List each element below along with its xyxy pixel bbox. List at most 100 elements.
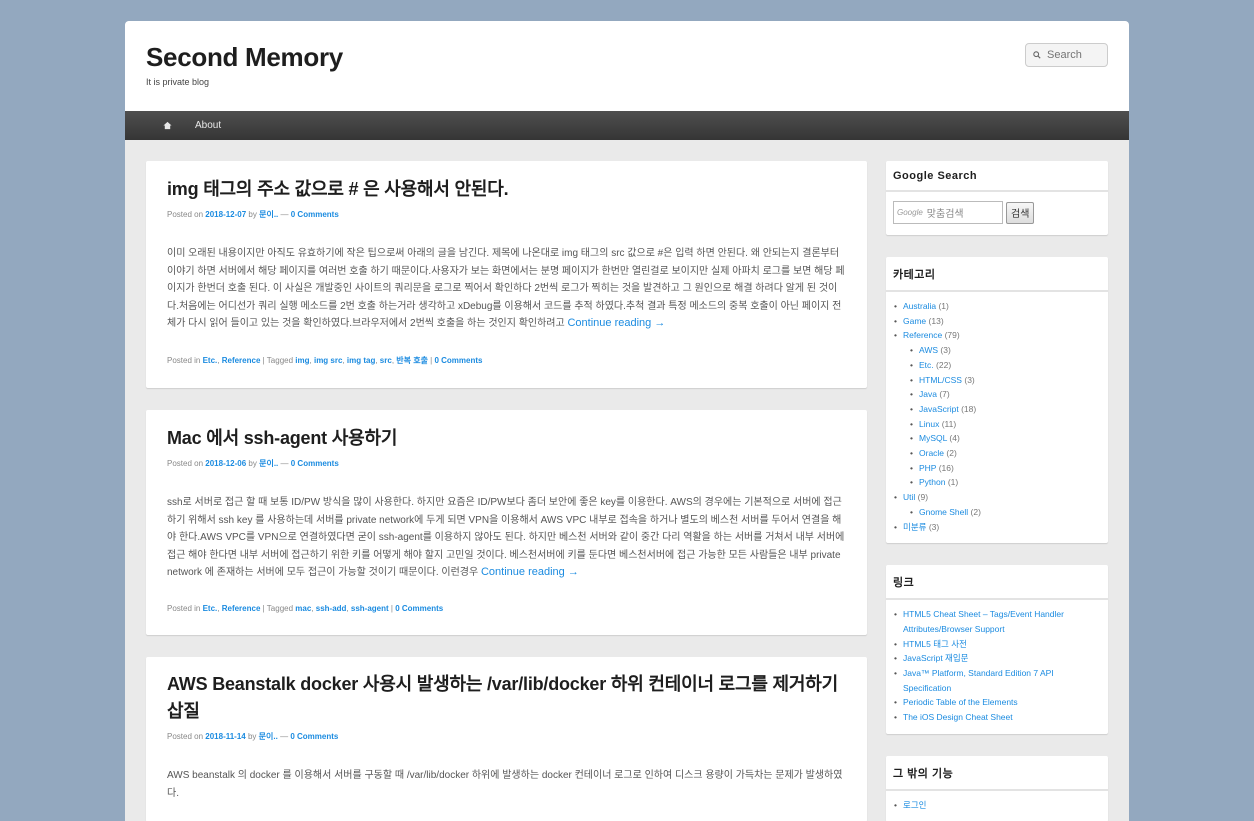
page-container: Second Memory It is private blog About i… [125, 21, 1129, 821]
comments-link[interactable]: 0 Comments [395, 604, 443, 613]
site-title[interactable]: Second Memory [146, 42, 343, 73]
continue-reading-link[interactable]: Continue reading → [481, 566, 579, 578]
category-count: (13) [928, 315, 944, 326]
category-link[interactable]: Australia [903, 301, 936, 311]
subcategory-item: Oracle (2) [910, 446, 1100, 461]
nav-about[interactable]: About [195, 120, 221, 131]
continue-reading-link[interactable]: Continue reading → [567, 317, 665, 329]
category-link[interactable]: Game [903, 316, 926, 326]
tag-link[interactable]: img [295, 356, 309, 365]
author-link[interactable]: 문이.. [259, 210, 278, 219]
subcategory-item: Linux (11) [910, 417, 1100, 432]
post-date-link[interactable]: 2018-12-07 [205, 210, 246, 219]
category-count: (16) [938, 462, 954, 473]
post-excerpt: AWS beanstalk 의 docker 를 이용해서 서버를 구동할 때 … [167, 767, 846, 821]
comments-link[interactable]: 0 Comments [434, 356, 482, 365]
subcategory-item: Etc. (22) [910, 358, 1100, 373]
search-box[interactable] [1025, 43, 1108, 67]
category-link[interactable]: AWS [919, 345, 938, 355]
tag-link[interactable]: src [380, 356, 392, 365]
category-count: (1) [938, 301, 949, 311]
category-link[interactable]: Oracle [919, 448, 944, 458]
category-item: Util (9) Gnome Shell (2) [894, 490, 1100, 519]
nav-home[interactable] [155, 121, 179, 130]
link-item: HTML5 태그 사전 [894, 637, 1100, 652]
meta-separator: — [280, 458, 289, 468]
category-link[interactable]: Python [919, 477, 945, 487]
category-link[interactable]: PHP [919, 463, 936, 473]
external-link[interactable]: HTML5 태그 사전 [903, 639, 967, 649]
tag-link[interactable]: ssh-add [316, 604, 347, 613]
post-meta: Posted on 2018-12-07 by 문이.. — 0 Comment… [167, 209, 846, 220]
category-link[interactable]: Etc. [919, 360, 934, 370]
google-search-input[interactable]: Google 맞춤검색 [893, 201, 1003, 224]
link-item: Java™ Platform, Standard Edition 7 API S… [894, 666, 1100, 695]
post-meta: Posted on 2018-11-14 by 문이.. — 0 Comment… [167, 731, 846, 742]
search-input[interactable] [1047, 49, 1107, 61]
tag-link[interactable]: mac [295, 604, 311, 613]
category-link[interactable]: HTML/CSS [919, 375, 962, 385]
tag-link[interactable]: 반복 호출 [396, 356, 428, 365]
category-link[interactable]: 미분류 [903, 522, 926, 532]
sidebar: Google Search Google 맞춤검색 검색 카테고리 Austra… [886, 161, 1108, 821]
category-link[interactable]: Linux [919, 419, 939, 429]
subcategory-item: Python (1) [910, 475, 1100, 490]
tag-link[interactable]: img src [314, 356, 342, 365]
category-link[interactable]: Java [919, 389, 937, 399]
login-link[interactable]: 로그인 [903, 800, 926, 810]
category-link[interactable]: Reference [903, 330, 942, 340]
comments-link[interactable]: 0 Comments [291, 459, 339, 468]
comments-link[interactable]: 0 Comments [291, 210, 339, 219]
by-label: by [247, 731, 257, 741]
link-item: Periodic Table of the Elements [894, 695, 1100, 710]
external-link[interactable]: Periodic Table of the Elements [903, 697, 1018, 707]
category-count: (4) [949, 433, 960, 444]
category-link[interactable]: Util [903, 492, 915, 502]
category-count: (7) [939, 389, 950, 400]
widget-title: 링크 [886, 565, 1108, 601]
by-label: by [248, 210, 257, 219]
category-count: (79) [944, 330, 960, 341]
links-widget: 링크 HTML5 Cheat Sheet – Tags/Event Handle… [886, 565, 1108, 734]
external-link[interactable]: HTML5 Cheat Sheet – Tags/Event Handler A… [903, 609, 1064, 634]
category-count: (3) [940, 345, 951, 356]
post-date-link[interactable]: 2018-12-06 [205, 459, 246, 468]
category-count: (11) [941, 418, 957, 429]
post-date-link[interactable]: 2018-11-14 [205, 732, 245, 741]
category-link[interactable]: Reference [222, 356, 261, 365]
category-link[interactable]: Gnome Shell [919, 507, 968, 517]
category-item: 미분류 (3) [894, 520, 1100, 535]
link-list: HTML5 Cheat Sheet – Tags/Event Handler A… [886, 600, 1108, 734]
category-count: (9) [917, 492, 929, 503]
comments-link[interactable]: 0 Comments [290, 732, 338, 741]
post-title[interactable]: Mac 에서 ssh-agent 사용하기 [167, 425, 846, 452]
tagged-label: Tagged [266, 603, 294, 613]
post-list: img 태그의 주소 값으로 # 은 사용해서 안된다. Posted on 20… [146, 161, 867, 821]
external-link[interactable]: The iOS Design Cheat Sheet [903, 712, 1013, 722]
category-count: (2) [970, 506, 981, 517]
post-title[interactable]: img 태그의 주소 값으로 # 은 사용해서 안된다. [167, 176, 846, 203]
tag-link[interactable]: img tag [347, 356, 375, 365]
subcategory-list: Gnome Shell (2) [903, 505, 1100, 520]
post: img 태그의 주소 값으로 # 은 사용해서 안된다. Posted on 20… [146, 161, 867, 388]
external-link[interactable]: Java™ Platform, Standard Edition 7 API S… [903, 668, 1054, 693]
post-title[interactable]: AWS Beanstalk docker 사용시 발생하는 /var/lib/d… [167, 671, 846, 725]
author-link[interactable]: 문이.. [259, 459, 278, 468]
subcategory-item: Gnome Shell (2) [910, 505, 1100, 520]
widget-title: Google Search [886, 161, 1108, 192]
category-count: (18) [961, 403, 977, 414]
post-meta: Posted on 2018-12-06 by 문이.. — 0 Comment… [167, 458, 846, 469]
link-item: JavaScript 재입문 [894, 651, 1100, 666]
category-link[interactable]: Reference [222, 604, 261, 613]
external-link[interactable]: JavaScript 재입문 [903, 653, 969, 663]
category-link[interactable]: Etc. [203, 604, 218, 613]
post-footer-meta: Posted in Etc., Reference | Tagged img, … [167, 355, 483, 365]
google-search-button[interactable]: 검색 [1006, 201, 1035, 224]
category-link[interactable]: Etc. [203, 356, 218, 365]
author-link[interactable]: 문이.. [259, 732, 278, 741]
google-logo: Google [897, 208, 923, 217]
tag-link[interactable]: ssh-agent [351, 604, 389, 613]
category-link[interactable]: MySQL [919, 433, 947, 443]
meta-separator: — [280, 210, 289, 219]
category-link[interactable]: JavaScript [919, 404, 959, 414]
